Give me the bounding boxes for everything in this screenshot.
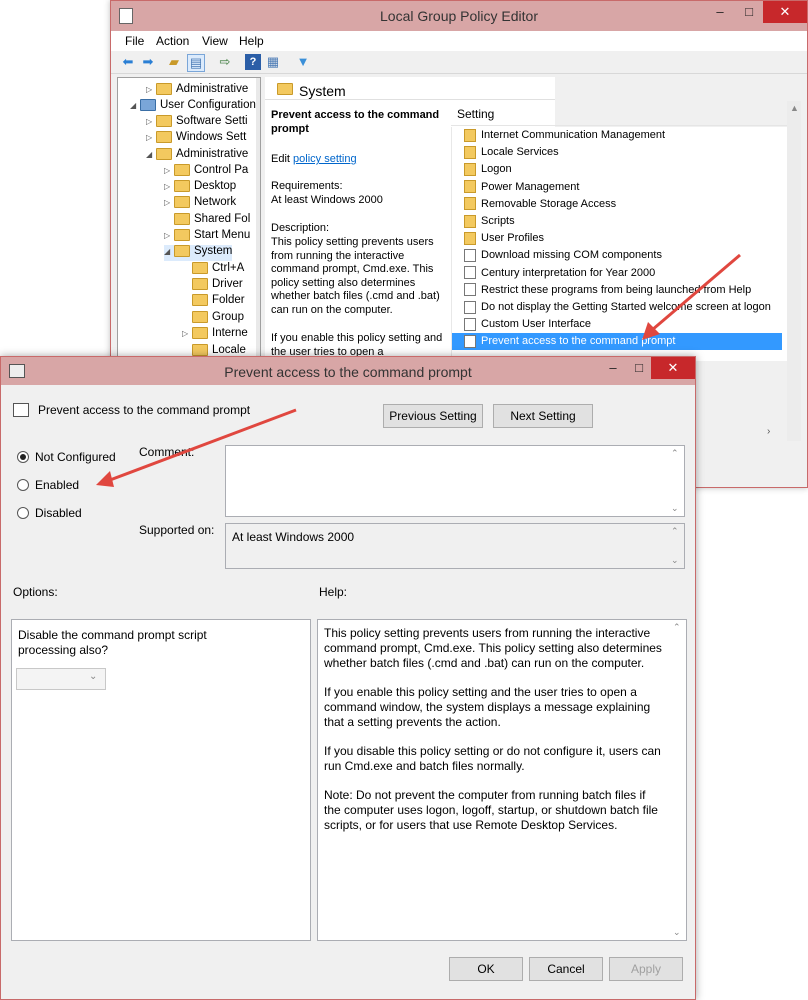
arrow-to-enabled-option	[109, 408, 297, 482]
arrowhead-enabled-option	[96, 471, 114, 487]
annotation-arrows	[96, 253, 741, 487]
arrow-to-prevent-setting	[651, 253, 741, 332]
annotation-arrows-group	[96, 253, 741, 487]
